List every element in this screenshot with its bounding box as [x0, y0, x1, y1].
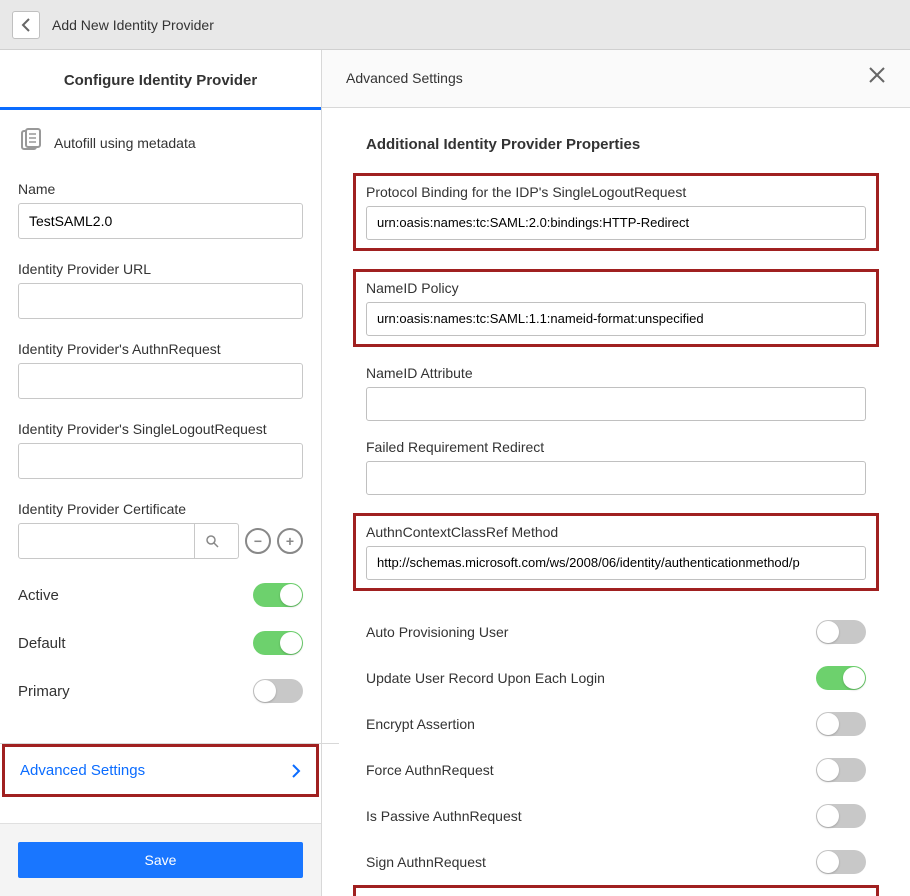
passive-label: Is Passive AuthnRequest	[366, 808, 522, 824]
default-toggle[interactable]	[253, 631, 303, 655]
save-button[interactable]: Save	[18, 842, 303, 878]
active-label: Active	[18, 587, 59, 604]
cert-label: Identity Provider Certificate	[18, 501, 303, 517]
chevron-right-icon	[291, 764, 301, 778]
protocol-binding-label: Protocol Binding for the IDP's SingleLog…	[366, 184, 866, 200]
force-toggle[interactable]	[816, 758, 866, 782]
encrypt-label: Encrypt Assertion	[366, 716, 475, 732]
failed-redirect-input[interactable]	[366, 461, 866, 495]
advanced-settings-link[interactable]: Advanced Settings	[6, 746, 315, 795]
authnref-label: AuthnContextClassRef Method	[366, 524, 866, 540]
slo-label: Identity Provider's SingleLogoutRequest	[18, 421, 303, 437]
page-title: Add New Identity Provider	[52, 17, 214, 33]
authn-label: Identity Provider's AuthnRequest	[18, 341, 303, 357]
autofill-label: Autofill using metadata	[54, 135, 196, 151]
name-label: Name	[18, 181, 303, 197]
failed-redirect-label: Failed Requirement Redirect	[366, 439, 866, 455]
slo-input[interactable]	[18, 443, 303, 479]
plus-icon: +	[286, 533, 294, 549]
nameid-policy-input[interactable]	[366, 302, 866, 336]
topbar: Add New Identity Provider	[0, 0, 910, 50]
idp-url-input[interactable]	[18, 283, 303, 319]
primary-label: Primary	[18, 683, 70, 700]
primary-toggle[interactable]	[253, 679, 303, 703]
name-input[interactable]	[18, 203, 303, 239]
left-panel: Configure Identity Provider Autofill usi…	[0, 50, 322, 896]
back-button[interactable]	[12, 11, 40, 39]
chevron-left-icon	[21, 18, 31, 32]
advanced-settings-label: Advanced Settings	[20, 762, 145, 779]
cert-add-button[interactable]: +	[277, 528, 303, 554]
minus-icon: −	[254, 533, 262, 549]
nameid-attr-label: NameID Attribute	[366, 365, 866, 381]
auto-prov-toggle[interactable]	[816, 620, 866, 644]
sign-toggle[interactable]	[816, 850, 866, 874]
cert-remove-button[interactable]: −	[245, 528, 271, 554]
authn-input[interactable]	[18, 363, 303, 399]
right-panel-title: Advanced Settings	[346, 70, 463, 86]
protocol-binding-input[interactable]	[366, 206, 866, 240]
autofill-metadata-button[interactable]: Autofill using metadata	[18, 128, 303, 157]
right-panel: Advanced Settings Additional Identity Pr…	[322, 50, 910, 896]
metadata-icon	[18, 128, 44, 157]
close-button[interactable]	[868, 66, 886, 90]
section-title: Additional Identity Provider Properties	[366, 136, 866, 153]
idp-url-label: Identity Provider URL	[18, 261, 303, 277]
nameid-policy-label: NameID Policy	[366, 280, 866, 296]
force-label: Force AuthnRequest	[366, 762, 494, 778]
cert-picker[interactable]	[18, 523, 239, 559]
search-icon	[194, 524, 228, 558]
sign-label: Sign AuthnRequest	[366, 854, 486, 870]
encrypt-toggle[interactable]	[816, 712, 866, 736]
authnref-input[interactable]	[366, 546, 866, 580]
active-toggle[interactable]	[253, 583, 303, 607]
close-icon	[868, 66, 886, 84]
auto-prov-label: Auto Provisioning User	[366, 624, 508, 640]
update-user-label: Update User Record Upon Each Login	[366, 670, 605, 686]
update-user-toggle[interactable]	[816, 666, 866, 690]
default-label: Default	[18, 635, 66, 652]
nameid-attr-input[interactable]	[366, 387, 866, 421]
passive-toggle[interactable]	[816, 804, 866, 828]
left-panel-title: Configure Identity Provider	[0, 50, 321, 110]
